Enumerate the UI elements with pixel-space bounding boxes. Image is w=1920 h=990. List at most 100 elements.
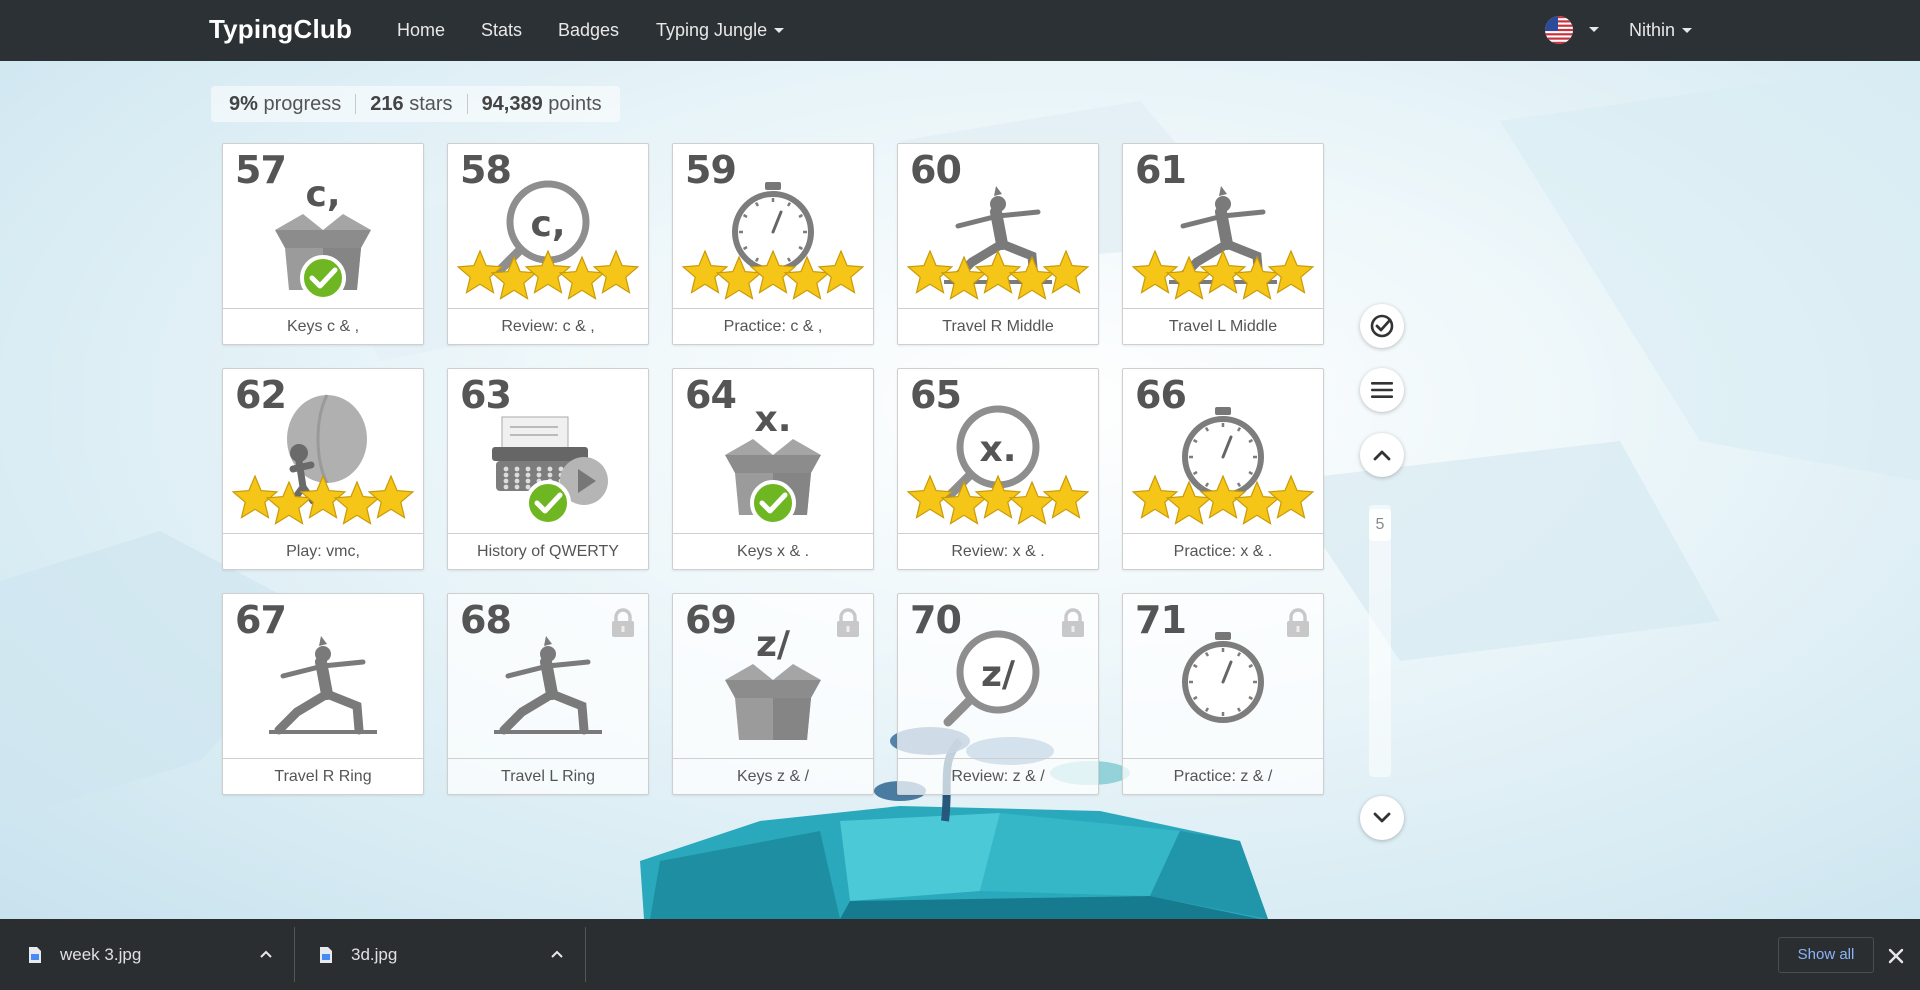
download-filename: 3d.jpg — [351, 944, 398, 964]
divider — [294, 927, 295, 982]
lesson-label: Review: c & , — [448, 308, 648, 344]
lesson-label: Review: x & . — [898, 533, 1098, 569]
lesson-card[interactable]: z/70 Review: z & / — [897, 593, 1099, 795]
lesson-card[interactable]: x. 65 Review: x & . — [897, 368, 1099, 570]
star-rating — [906, 474, 1090, 525]
lesson-card[interactable]: c, 57 Keys c & , — [222, 143, 424, 345]
lesson-card[interactable]: 71 Practice: z & / — [1122, 593, 1324, 795]
lesson-number: 58 — [460, 148, 512, 192]
lesson-label: Keys x & . — [673, 533, 873, 569]
nav-typing-jungle[interactable]: Typing Jungle — [656, 20, 785, 41]
lesson-card[interactable]: 68 Travel L Ring — [447, 593, 649, 795]
lesson-card[interactable]: c, 58 Review: c & , — [447, 143, 649, 345]
lesson-number: 65 — [910, 373, 962, 417]
lesson-number: 66 — [1135, 373, 1187, 417]
nav-home[interactable]: Home — [397, 20, 445, 41]
brand-logo[interactable]: TypingClub — [209, 14, 352, 45]
lesson-number: 63 — [460, 373, 512, 417]
lesson-label: Travel R Middle — [898, 308, 1098, 344]
lesson-number: 64 — [685, 373, 737, 417]
progress-percent: 9% — [229, 92, 258, 115]
downloads-bar: week 3.jpg 3d.jpg Show all — [0, 919, 1920, 990]
lesson-label: Travel L Ring — [448, 758, 648, 794]
user-name: Nithin — [1629, 20, 1676, 40]
show-all-button[interactable]: Show all — [1778, 937, 1874, 973]
us-flag-icon[interactable] — [1545, 16, 1573, 44]
download-filename: week 3.jpg — [60, 944, 142, 964]
svg-text:c,: c, — [530, 204, 565, 245]
completed-filter-button[interactable] — [1360, 304, 1404, 348]
stars-label: stars — [409, 92, 453, 115]
svg-text:c,: c, — [305, 174, 340, 215]
star-rating — [1131, 249, 1315, 300]
nav-badges[interactable]: Badges — [558, 20, 619, 41]
lesson-number: 68 — [460, 598, 512, 642]
menu-button[interactable] — [1360, 368, 1404, 412]
lesson-label: Practice: c & , — [673, 308, 873, 344]
download-item[interactable]: week 3.jpg — [28, 919, 141, 990]
lesson-label: Travel R Ring — [223, 758, 423, 794]
lesson-card[interactable]: 63 History of QWERTY — [447, 368, 649, 570]
lesson-label: Practice: z & / — [1123, 758, 1323, 794]
lesson-number: 61 — [1135, 148, 1187, 192]
lesson-label: Travel L Middle — [1123, 308, 1323, 344]
page-scroller[interactable] — [1369, 505, 1391, 777]
lesson-card[interactable]: 62 Play: vmc, — [222, 368, 424, 570]
lesson-card[interactable]: 60 Travel R Middle — [897, 143, 1099, 345]
lesson-number: 57 — [235, 148, 287, 192]
nav-stats[interactable]: Stats — [481, 20, 522, 41]
lesson-number: 69 — [685, 598, 737, 642]
lesson-label: Practice: x & . — [1123, 533, 1323, 569]
chevron-up-icon[interactable] — [550, 949, 564, 959]
language-chevron-icon[interactable] — [1589, 27, 1599, 32]
lesson-number: 67 — [235, 598, 287, 642]
lesson-label: Keys z & / — [673, 758, 873, 794]
nav-typing-jungle-label: Typing Jungle — [656, 20, 768, 40]
star-rating — [231, 474, 415, 525]
points-label: points — [548, 92, 602, 115]
lesson-number: 62 — [235, 373, 287, 417]
image-file-icon — [320, 946, 332, 963]
points-count: 94,389 — [481, 92, 543, 115]
progress-label: progress — [263, 92, 342, 115]
chevron-up-icon[interactable] — [259, 949, 273, 959]
hamburger-icon — [1371, 382, 1393, 398]
chevron-up-icon — [1373, 450, 1391, 461]
lesson-label: Keys c & , — [223, 308, 423, 344]
lesson-card[interactable]: 66 Practice: x & . — [1122, 368, 1324, 570]
divider — [466, 94, 468, 114]
lesson-card[interactable]: 67 Travel R Ring — [222, 593, 424, 795]
lesson-number: 71 — [1135, 598, 1187, 642]
lesson-card[interactable]: x. 64 Keys x & . — [672, 368, 874, 570]
lock-icon — [612, 608, 634, 637]
svg-text:z/: z/ — [756, 624, 791, 665]
download-item[interactable]: 3d.jpg — [319, 919, 397, 990]
lock-icon — [1062, 608, 1084, 637]
svg-text:x.: x. — [980, 429, 1017, 470]
divider — [355, 94, 357, 114]
lesson-card[interactable]: z/69 Keys z & / — [672, 593, 874, 795]
lesson-card[interactable]: 61 Travel L Middle — [1122, 143, 1324, 345]
scroller-page-indicator[interactable]: 5 — [1369, 509, 1391, 541]
lesson-number: 60 — [910, 148, 962, 192]
chevron-down-icon — [1373, 812, 1391, 823]
star-rating — [1131, 474, 1315, 525]
star-rating — [456, 249, 640, 300]
progress-summary: 9% progress 216 stars 94,389 points — [211, 86, 620, 122]
user-menu[interactable]: Nithin — [1629, 20, 1693, 41]
svg-text:x.: x. — [755, 399, 792, 440]
lesson-number: 70 — [910, 598, 962, 642]
lesson-label: Review: z & / — [898, 758, 1098, 794]
lock-icon — [1287, 608, 1309, 637]
star-rating — [906, 249, 1090, 300]
scroll-up-button[interactable] — [1360, 433, 1404, 477]
lesson-card[interactable]: 59 Practice: c & , — [672, 143, 874, 345]
image-file-icon — [29, 946, 41, 963]
lesson-label: Play: vmc, — [223, 533, 423, 569]
lesson-number: 59 — [685, 148, 737, 192]
chevron-down-icon — [774, 28, 785, 33]
scroll-down-button[interactable] — [1360, 796, 1404, 840]
check-circle-icon — [1370, 314, 1394, 338]
stars-count: 216 — [370, 92, 404, 115]
close-icon[interactable] — [1884, 944, 1908, 968]
